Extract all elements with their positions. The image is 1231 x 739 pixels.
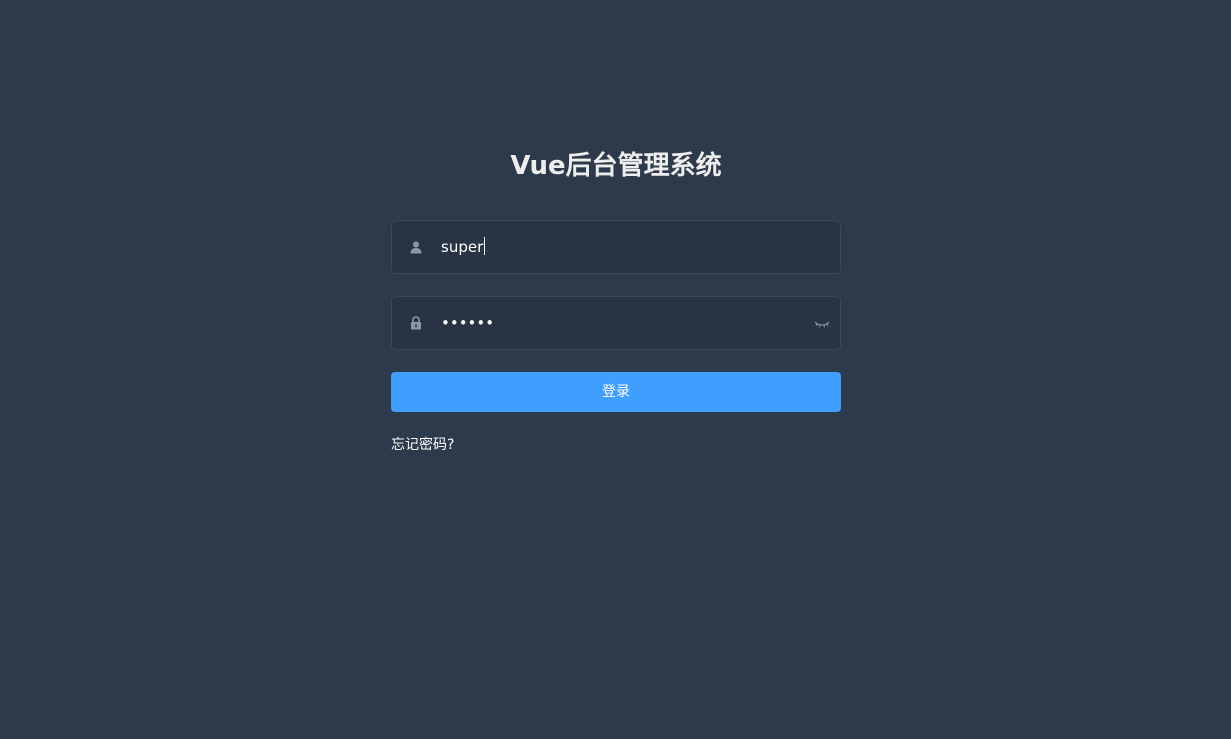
lock-icon [409, 316, 423, 330]
username-input[interactable]: super [441, 237, 840, 257]
eye-closed-icon[interactable] [814, 316, 830, 330]
text-caret [484, 237, 486, 255]
username-field[interactable]: super [391, 220, 841, 274]
login-button[interactable]: 登录 [391, 372, 841, 412]
password-input[interactable]: •••••• [441, 313, 840, 333]
password-field[interactable]: •••••• [391, 296, 841, 350]
forgot-password-link[interactable]: 忘记密码? [391, 434, 454, 454]
username-value: super [441, 238, 484, 256]
user-icon [409, 240, 423, 254]
login-form: Vue后台管理系统 super •••••• 登录 忘记密码? [391, 148, 841, 454]
page-title: Vue后台管理系统 [510, 151, 722, 181]
